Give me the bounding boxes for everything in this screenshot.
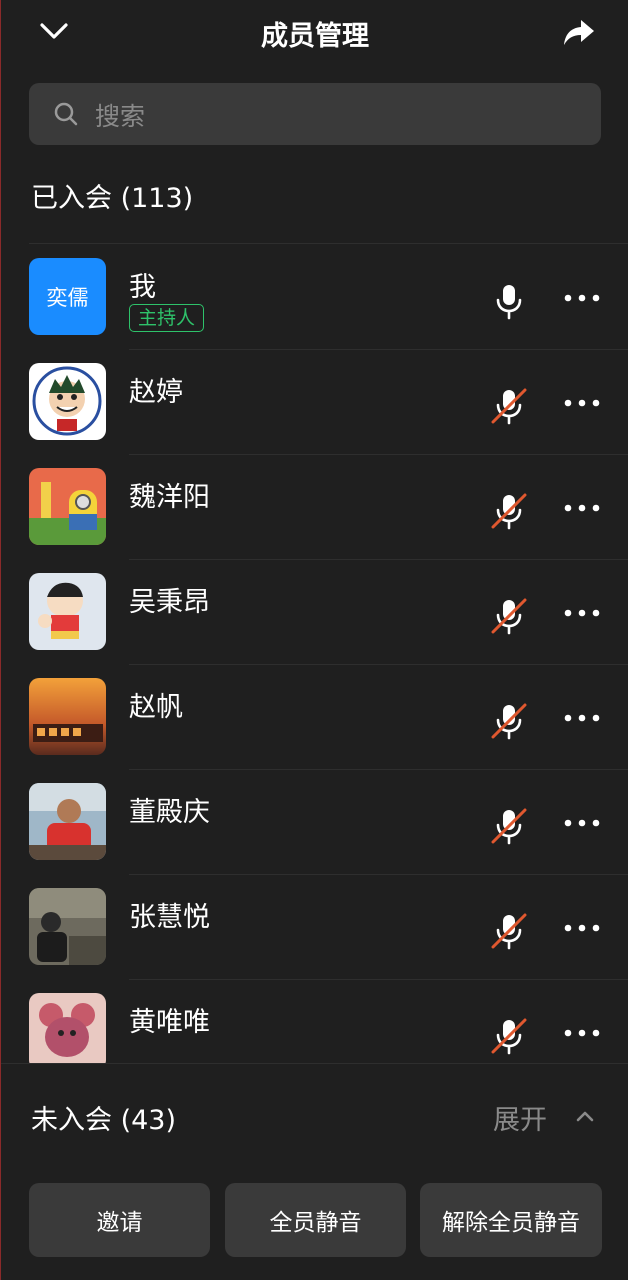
chevron-up-icon[interactable] (573, 1104, 597, 1128)
microphone-muted-icon[interactable] (489, 1016, 529, 1056)
host-badge: 主持人 (129, 304, 205, 332)
not-joined-label: 未入会 (43) (31, 1105, 177, 1136)
unmute-all-button[interactable]: 解除全员静音 (420, 1183, 602, 1257)
more-icon[interactable] (562, 1026, 602, 1040)
list-item[interactable]: 魏洋阳 (1, 455, 628, 560)
more-icon[interactable] (562, 291, 602, 305)
divider (29, 243, 628, 244)
more-icon[interactable] (562, 816, 602, 830)
expand-button[interactable]: 展开 (493, 1098, 547, 1137)
list-item[interactable]: 董殿庆 (1, 770, 628, 875)
search-input[interactable]: 搜索 (29, 83, 601, 145)
member-name: 张慧悦 (129, 902, 210, 933)
microphone-muted-icon[interactable] (489, 596, 529, 636)
member-name: 吴秉昂 (129, 587, 210, 618)
microphone-muted-icon[interactable] (489, 491, 529, 531)
header-bar: 成员管理 (1, 0, 628, 64)
share-icon[interactable] (561, 14, 597, 50)
microphone-muted-icon[interactable] (489, 386, 529, 426)
footer-actions: 邀请 全员静音 解除全员静音 (1, 1183, 628, 1259)
microphone-muted-icon[interactable] (489, 701, 529, 741)
member-name: 赵帆 (129, 692, 183, 723)
member-name: 魏洋阳 (129, 482, 210, 513)
page-title: 成员管理 (261, 21, 369, 52)
avatar (29, 888, 106, 965)
avatar (29, 573, 106, 650)
mute-all-button[interactable]: 全员静音 (225, 1183, 406, 1257)
list-item[interactable]: 赵婷 (1, 350, 628, 455)
more-icon[interactable] (562, 501, 602, 515)
more-icon[interactable] (562, 396, 602, 410)
avatar (29, 678, 106, 755)
microphone-muted-icon[interactable] (489, 806, 529, 846)
member-name: 黄唯唯 (129, 1007, 210, 1038)
joined-section-label: 已入会 (113) (31, 183, 194, 214)
microphone-muted-icon[interactable] (489, 911, 529, 951)
search-placeholder: 搜索 (95, 102, 146, 131)
avatar-text: 奕儒 (46, 285, 89, 310)
invite-button[interactable]: 邀请 (29, 1183, 210, 1257)
avatar: 奕儒 (29, 258, 106, 335)
more-icon[interactable] (562, 606, 602, 620)
avatar (29, 993, 106, 1063)
member-name: 董殿庆 (129, 797, 210, 828)
more-icon[interactable] (562, 711, 602, 725)
member-list[interactable]: 奕儒 我 主持人 赵婷 魏洋阳 吴秉昂 赵帆 董殿庆 张慧悦 黄唯唯 (1, 245, 628, 1063)
member-name: 我 (129, 272, 156, 303)
avatar (29, 783, 106, 860)
avatar (29, 468, 106, 545)
more-icon[interactable] (562, 921, 602, 935)
not-joined-section[interactable]: 未入会 (43) 展开 (1, 1063, 628, 1164)
list-item[interactable]: 黄唯唯 (1, 980, 628, 1063)
member-name: 赵婷 (129, 377, 183, 408)
microphone-icon[interactable] (489, 281, 529, 321)
search-icon (54, 102, 78, 126)
avatar (29, 363, 106, 440)
list-item[interactable]: 张慧悦 (1, 875, 628, 980)
list-item[interactable]: 吴秉昂 (1, 560, 628, 665)
list-item[interactable]: 赵帆 (1, 665, 628, 770)
list-item[interactable]: 奕儒 我 主持人 (1, 245, 628, 350)
